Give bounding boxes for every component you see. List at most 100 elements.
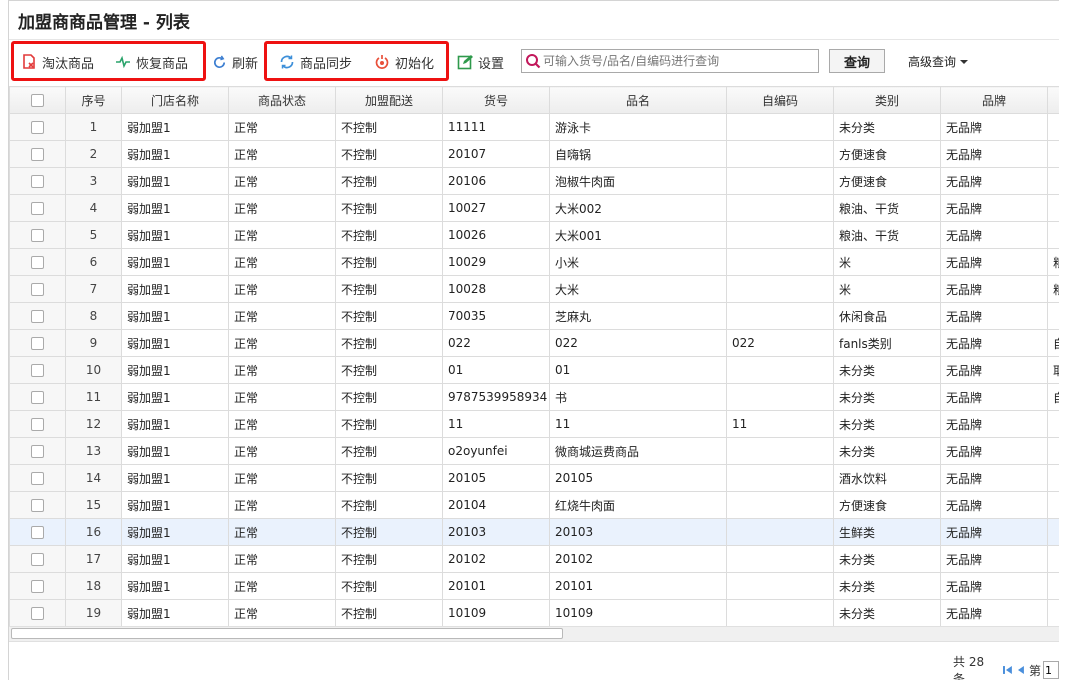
col-header-sku[interactable]: 货号 bbox=[442, 86, 550, 114]
table-row[interactable]: 16 弱加盟1 正常 不控制 20103 20103 生鲜类 无品牌 bbox=[9, 518, 1059, 546]
row-checkbox[interactable] bbox=[31, 445, 44, 458]
refresh-button[interactable]: 刷新 bbox=[212, 52, 258, 72]
cell-sku: 10029 bbox=[442, 248, 550, 276]
col-header-delivery[interactable]: 加盟配送 bbox=[335, 86, 443, 114]
row-checkbox-cell[interactable] bbox=[9, 491, 66, 519]
row-checkbox-cell[interactable] bbox=[9, 383, 66, 411]
table-row[interactable]: 3 弱加盟1 正常 不控制 20106 泡椒牛肉面 方便速食 无品牌 bbox=[9, 167, 1059, 195]
table-row[interactable]: 14 弱加盟1 正常 不控制 20105 20105 酒水饮料 无品牌 bbox=[9, 464, 1059, 492]
restore-product-button[interactable]: 恢复商品 bbox=[115, 52, 188, 72]
table-row[interactable]: 11弱加盟1正常不控制9787539958934书 未分类无品牌自 bbox=[9, 383, 1059, 411]
row-checkbox-cell[interactable] bbox=[9, 356, 66, 384]
row-checkbox[interactable] bbox=[31, 337, 44, 350]
row-checkbox[interactable] bbox=[31, 418, 44, 431]
table-row[interactable]: 7弱加盟1正常不控制10028大米 米无品牌粮 bbox=[9, 275, 1059, 303]
col-header-name[interactable]: 品名 bbox=[549, 86, 727, 114]
search-input[interactable] bbox=[541, 51, 815, 71]
cell-code bbox=[726, 491, 834, 519]
cell-brand: 无品牌 bbox=[940, 275, 1048, 303]
row-checkbox-cell[interactable] bbox=[9, 302, 66, 330]
col-header-extra[interactable] bbox=[1047, 86, 1059, 114]
table-row[interactable]: 12 弱加盟1 正常 不控制 11 11 11 未分类 无品牌 bbox=[9, 410, 1059, 438]
initialize-button[interactable]: 初始化 bbox=[374, 52, 434, 72]
table-row[interactable]: 6弱加盟1正常不控制10029小米 米无品牌粮 bbox=[9, 248, 1059, 276]
horizontal-scrollbar-thumb[interactable] bbox=[11, 628, 563, 639]
row-checkbox[interactable] bbox=[31, 364, 44, 377]
cell-brand: 无品牌 bbox=[940, 410, 1048, 438]
cell-category: 未分类 bbox=[833, 410, 941, 438]
row-checkbox[interactable] bbox=[31, 256, 44, 269]
row-checkbox-cell[interactable] bbox=[9, 518, 66, 546]
cell-category: 酒水饮料 bbox=[833, 464, 941, 492]
col-header-code[interactable]: 自编码 bbox=[726, 86, 834, 114]
table-row[interactable]: 19 弱加盟1 正常 不控制 10109 10109 未分类 无品牌 bbox=[9, 599, 1059, 626]
table-row[interactable]: 4 弱加盟1 正常 不控制 10027 大米002 粮油、干货 无品牌 bbox=[9, 194, 1059, 222]
cell-store: 弱加盟1 bbox=[121, 518, 229, 546]
table-row[interactable]: 10弱加盟1正常不控制0101未分类无品牌耶 bbox=[9, 356, 1059, 384]
cell-extra: 自 bbox=[1047, 329, 1059, 357]
table-row[interactable]: 9弱加盟1正常不控制022022022fanls类别无品牌自 bbox=[9, 329, 1059, 357]
page-title: 加盟商商品管理 - 列表 bbox=[18, 13, 190, 33]
first-page-icon[interactable] bbox=[1003, 665, 1013, 675]
row-checkbox[interactable] bbox=[31, 391, 44, 404]
row-checkbox[interactable] bbox=[31, 283, 44, 296]
row-checkbox-cell[interactable] bbox=[9, 572, 66, 600]
row-checkbox-cell[interactable] bbox=[9, 545, 66, 573]
row-checkbox[interactable] bbox=[31, 607, 44, 620]
col-header-brand[interactable]: 品牌 bbox=[940, 86, 1048, 114]
cell-delivery: 不控制 bbox=[335, 140, 443, 168]
row-checkbox-cell[interactable] bbox=[9, 275, 66, 303]
row-checkbox[interactable] bbox=[31, 121, 44, 134]
row-checkbox-cell[interactable] bbox=[9, 329, 66, 357]
row-index: 14 bbox=[65, 464, 122, 492]
table-row[interactable]: 18 弱加盟1 正常 不控制 20101 20101 未分类 无品牌 bbox=[9, 572, 1059, 600]
row-checkbox[interactable] bbox=[31, 229, 44, 242]
row-checkbox[interactable] bbox=[31, 580, 44, 593]
cell-delivery: 不控制 bbox=[335, 221, 443, 249]
row-checkbox[interactable] bbox=[31, 526, 44, 539]
row-checkbox[interactable] bbox=[31, 472, 44, 485]
eliminate-product-button[interactable]: 淘汰商品 bbox=[21, 52, 94, 72]
col-header-status[interactable]: 商品状态 bbox=[228, 86, 336, 114]
table-row[interactable]: 2 弱加盟1 正常 不控制 20107 自嗨锅 方便速食 无品牌 bbox=[9, 140, 1059, 168]
horizontal-scrollbar[interactable] bbox=[9, 626, 1059, 642]
row-checkbox[interactable] bbox=[31, 175, 44, 188]
col-header-category[interactable]: 类别 bbox=[833, 86, 941, 114]
row-checkbox[interactable] bbox=[31, 499, 44, 512]
row-checkbox-cell[interactable] bbox=[9, 167, 66, 195]
row-checkbox[interactable] bbox=[31, 202, 44, 215]
col-header-store[interactable]: 门店名称 bbox=[121, 86, 229, 114]
row-checkbox-cell[interactable] bbox=[9, 194, 66, 222]
row-checkbox-cell[interactable] bbox=[9, 221, 66, 249]
row-checkbox[interactable] bbox=[31, 148, 44, 161]
product-table: 序号 门店名称 商品状态 加盟配送 货号 品名 自编码 类别 品牌 1 弱加盟1 正… bbox=[9, 86, 1059, 626]
select-all-checkbox-cell[interactable] bbox=[9, 86, 66, 114]
cell-extra: 粮 bbox=[1047, 275, 1059, 303]
advanced-query-dropdown[interactable]: 高级查询 bbox=[908, 53, 969, 70]
product-sync-button[interactable]: 商品同步 bbox=[279, 52, 352, 72]
table-row[interactable]: 1 弱加盟1 正常 不控制 11111 游泳卡 未分类 无品牌 bbox=[9, 113, 1059, 141]
prev-page-icon[interactable] bbox=[1017, 665, 1025, 675]
row-checkbox-cell[interactable] bbox=[9, 437, 66, 465]
row-checkbox-cell[interactable] bbox=[9, 248, 66, 276]
table-row[interactable]: 13 弱加盟1 正常 不控制 o2oyunfei 微商城运费商品 未分类 无品牌 bbox=[9, 437, 1059, 465]
cell-code bbox=[726, 464, 834, 492]
table-row[interactable]: 17 弱加盟1 正常 不控制 20102 20102 未分类 无品牌 bbox=[9, 545, 1059, 573]
settings-button[interactable]: 设置 bbox=[457, 52, 504, 72]
row-checkbox-cell[interactable] bbox=[9, 113, 66, 141]
cell-category: 未分类 bbox=[833, 113, 941, 141]
page-number-input[interactable] bbox=[1043, 661, 1059, 679]
select-all-checkbox[interactable] bbox=[31, 94, 44, 107]
row-checkbox[interactable] bbox=[31, 310, 44, 323]
cell-category: 生鲜类 bbox=[833, 518, 941, 546]
table-row[interactable]: 15 弱加盟1 正常 不控制 20104 红烧牛肉面 方便速食 无品牌 bbox=[9, 491, 1059, 519]
row-checkbox-cell[interactable] bbox=[9, 464, 66, 492]
row-checkbox[interactable] bbox=[31, 553, 44, 566]
query-button[interactable]: 查询 bbox=[829, 49, 885, 73]
col-header-index[interactable]: 序号 bbox=[65, 86, 122, 114]
table-row[interactable]: 5 弱加盟1 正常 不控制 10026 大米001 粮油、干货 无品牌 bbox=[9, 221, 1059, 249]
row-checkbox-cell[interactable] bbox=[9, 410, 66, 438]
row-checkbox-cell[interactable] bbox=[9, 599, 66, 626]
row-checkbox-cell[interactable] bbox=[9, 140, 66, 168]
table-row[interactable]: 8 弱加盟1 正常 不控制 70035 芝麻丸 休闲食品 无品牌 bbox=[9, 302, 1059, 330]
